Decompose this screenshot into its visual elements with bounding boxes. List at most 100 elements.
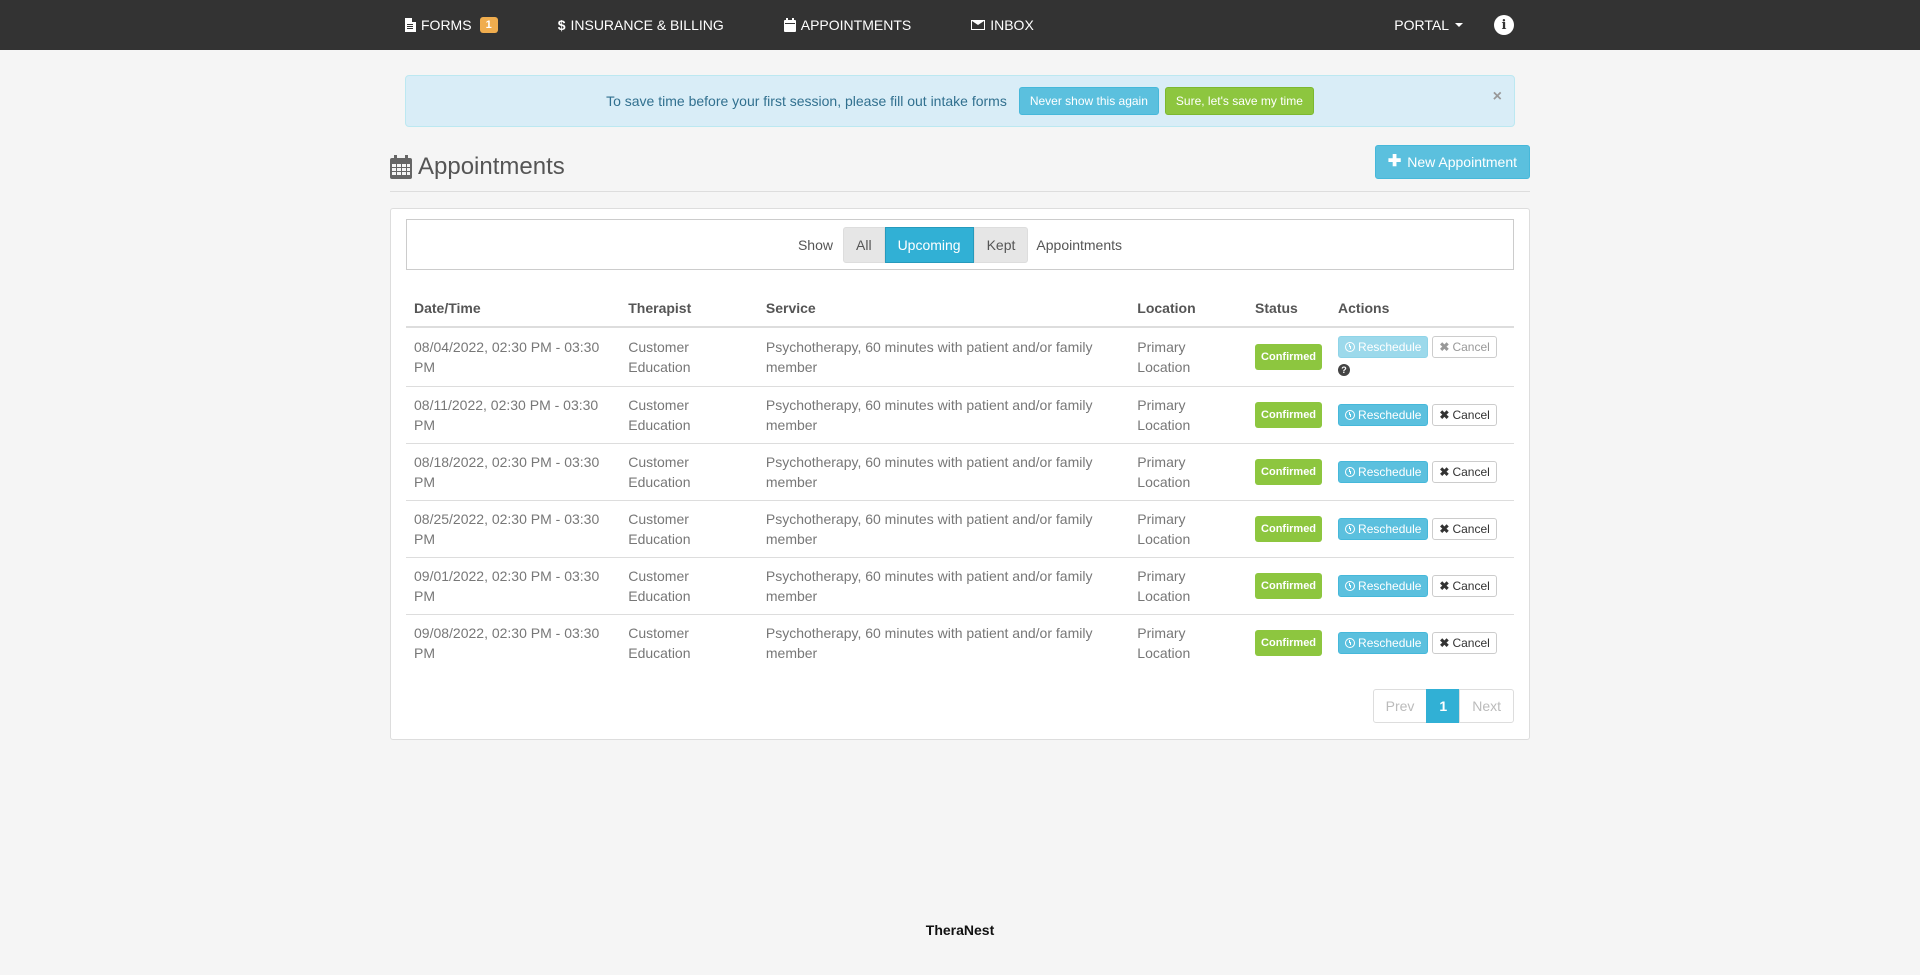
cell-actions: Reschedule ✖ Cancel [1330, 500, 1514, 558]
cell-location: Primary Location [1129, 443, 1248, 501]
nav-appointments[interactable]: APPOINTMENTS [770, 0, 925, 50]
page-title-text: Appointments [418, 153, 565, 180]
caret-down-icon [1455, 23, 1463, 27]
clock-icon [1345, 638, 1356, 649]
never-show-again-button[interactable]: Never show this again [1018, 86, 1159, 116]
cell-location: Primary Location [1129, 386, 1248, 444]
clock-icon [1345, 467, 1356, 477]
cell-therapist: Customer Education [620, 386, 758, 444]
cancel-button[interactable]: ✖ Cancel [1432, 404, 1497, 426]
table-row: 09/08/2022, 02:30 PM - 03:30 PM Customer… [406, 614, 1514, 672]
pagination: Prev 1 Next [1372, 689, 1514, 723]
filter-segmented-control: All Upcoming Kept [843, 226, 1029, 263]
row-actions: Reschedule ✖ Cancel [1338, 461, 1506, 483]
cancel-button[interactable]: ✖ Cancel [1432, 461, 1497, 483]
cancel-button[interactable]: ✖ Cancel [1432, 575, 1497, 597]
table-row: 08/04/2022, 02:30 PM - 03:30 PM Customer… [406, 327, 1514, 387]
close-icon: ✖ [1439, 579, 1450, 593]
cancel-label: Cancel [1452, 408, 1490, 422]
cell-status: Confirmed [1247, 386, 1331, 444]
reschedule-button[interactable]: Reschedule [1338, 336, 1429, 358]
pagination-prev[interactable]: Prev [1372, 689, 1428, 723]
close-icon[interactable]: × [1493, 88, 1502, 106]
theranest-logo: TheraNest [925, 922, 995, 938]
portal-dropdown[interactable]: PORTAL [1379, 0, 1478, 50]
pagination-next[interactable]: Next [1459, 689, 1514, 723]
cell-service: Psychotherapy, 60 minutes with patient a… [757, 557, 1130, 615]
cell-service: Psychotherapy, 60 minutes with patient a… [757, 614, 1130, 672]
save-my-time-button[interactable]: Sure, let's save my time [1164, 86, 1314, 116]
reschedule-button[interactable]: Reschedule [1338, 461, 1429, 483]
col-therapist: Therapist [620, 289, 758, 328]
cancel-button[interactable]: ✖ Cancel [1432, 632, 1497, 655]
calendar-icon [783, 18, 796, 32]
reschedule-label: Reschedule [1358, 579, 1422, 593]
col-datetime: Date/Time [406, 289, 621, 328]
reschedule-label: Reschedule [1358, 522, 1422, 536]
cancel-label: Cancel [1452, 579, 1490, 593]
cell-datetime: 09/08/2022, 02:30 PM - 03:30 PM [406, 614, 621, 672]
intake-forms-alert: To save time before your first session, … [405, 75, 1515, 127]
reschedule-button[interactable]: Reschedule [1338, 518, 1429, 540]
nav-inbox[interactable]: INBOX [957, 0, 1048, 50]
nav-billing-label: INSURANCE & BILLING [570, 17, 724, 33]
row-actions: Reschedule ✖ Cancel [1338, 575, 1506, 597]
table-body: 08/04/2022, 02:30 PM - 03:30 PM Customer… [406, 327, 1514, 672]
table-row: 08/25/2022, 02:30 PM - 03:30 PM Customer… [406, 500, 1514, 558]
cancel-label: Cancel [1452, 465, 1490, 479]
cell-service: Psychotherapy, 60 minutes with patient a… [757, 443, 1130, 501]
cancel-label: Cancel [1452, 340, 1490, 354]
new-appointment-label: New Appointment [1407, 154, 1517, 170]
cancel-button[interactable]: ✖ Cancel [1432, 518, 1497, 540]
clock-icon [1345, 581, 1356, 591]
page-title: Appointments [390, 153, 565, 191]
cell-therapist: Customer Education [620, 443, 758, 501]
envelope-icon [971, 20, 986, 30]
reschedule-button[interactable]: Reschedule [1338, 575, 1429, 597]
nav-right: PORTAL i [1379, 0, 1530, 50]
reschedule-label: Reschedule [1358, 408, 1422, 422]
clock-icon [1345, 342, 1356, 352]
new-appointment-button[interactable]: ✚ New Appointment [1374, 145, 1530, 179]
table-row: 08/11/2022, 02:30 PM - 03:30 PM Customer… [406, 386, 1514, 444]
cell-status: Confirmed [1247, 443, 1331, 501]
nav-inbox-label: INBOX [990, 17, 1034, 33]
filter-upcoming-button[interactable]: Upcoming [884, 226, 974, 263]
clock-icon [1345, 524, 1356, 534]
cell-datetime: 08/11/2022, 02:30 PM - 03:30 PM [406, 386, 621, 444]
filter-all-button[interactable]: All [843, 226, 885, 263]
calendar-icon [390, 155, 412, 179]
cell-actions: Reschedule ✖ Cancel [1330, 386, 1514, 444]
nav-insurance-billing[interactable]: $ INSURANCE & BILLING [544, 0, 738, 50]
cell-status: Confirmed [1247, 557, 1331, 615]
info-icon[interactable]: i [1494, 15, 1514, 35]
dollar-icon: $ [557, 17, 566, 33]
cancel-button[interactable]: ✖ Cancel [1432, 336, 1497, 358]
cell-datetime: 08/04/2022, 02:30 PM - 03:30 PM [414, 339, 600, 375]
reschedule-button[interactable]: Reschedule [1338, 632, 1429, 655]
close-icon: ✖ [1439, 522, 1450, 536]
forms-count-badge: 1 [479, 17, 498, 33]
cell-location: Primary Location [1137, 339, 1191, 375]
cancel-label: Cancel [1452, 522, 1490, 536]
appointments-panel: Show All Upcoming Kept Appointments Date… [390, 208, 1530, 740]
cell-service: Psychotherapy, 60 minutes with patient a… [765, 339, 1093, 375]
col-service: Service [757, 289, 1130, 328]
col-actions: Actions [1330, 289, 1514, 328]
close-icon: ✖ [1439, 465, 1450, 479]
close-icon: ✖ [1439, 340, 1450, 354]
cell-status: Confirmed [1247, 614, 1331, 672]
cell-therapist: Customer Education [620, 557, 758, 615]
cell-service: Psychotherapy, 60 minutes with patient a… [757, 500, 1130, 558]
cell-datetime: 09/01/2022, 02:30 PM - 03:30 PM [406, 557, 621, 615]
filter-kept-button[interactable]: Kept [973, 226, 1029, 263]
close-icon: ✖ [1439, 408, 1450, 422]
nav-forms[interactable]: FORMS 1 [390, 0, 512, 50]
cell-actions: Reschedule ✖ Cancel ? [1330, 327, 1514, 387]
nav-forms-label: FORMS [421, 17, 472, 33]
row-actions: Reschedule ✖ Cancel [1338, 518, 1506, 540]
pagination-page-1[interactable]: 1 [1426, 689, 1461, 723]
reschedule-button[interactable]: Reschedule [1338, 404, 1429, 426]
question-icon[interactable]: ? [1338, 364, 1351, 376]
status-badge: Confirmed [1255, 459, 1323, 485]
